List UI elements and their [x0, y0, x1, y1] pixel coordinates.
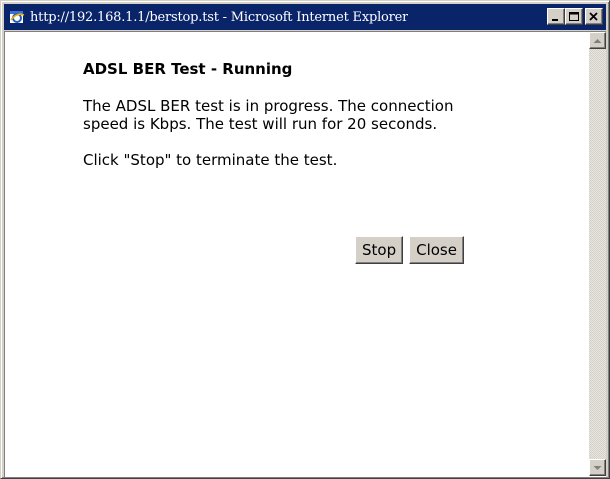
ber-test-panel: ADSL BER Test - Running The ADSL BER tes…	[83, 60, 503, 187]
browser-window: http://192.168.1.1/berstop.tst - Microso…	[0, 0, 610, 479]
title-bar[interactable]: http://192.168.1.1/berstop.tst - Microso…	[4, 4, 606, 30]
page-content-area: ADSL BER Test - Running The ADSL BER tes…	[4, 31, 606, 477]
page-heading: ADSL BER Test - Running	[83, 60, 293, 78]
status-message: The ADSL BER test is in progress. The co…	[83, 97, 454, 133]
action-buttons: Stop Close	[355, 236, 464, 264]
maximize-button[interactable]	[565, 8, 583, 25]
stop-button[interactable]: Stop	[355, 236, 404, 264]
close-page-button[interactable]: Close	[409, 236, 464, 264]
close-icon	[589, 12, 598, 21]
stop-instruction: Click "Stop" to terminate the test.	[83, 151, 338, 169]
window-controls	[547, 8, 603, 25]
scroll-up-button[interactable]	[589, 32, 606, 49]
scroll-down-button[interactable]	[589, 459, 606, 476]
chevron-up-icon	[593, 39, 602, 43]
chevron-down-icon	[593, 466, 602, 470]
minimize-icon	[552, 19, 558, 21]
vertical-scrollbar[interactable]	[589, 32, 606, 476]
window-title: http://192.168.1.1/berstop.tst - Microso…	[30, 9, 409, 25]
close-button[interactable]	[585, 8, 603, 25]
minimize-button[interactable]	[547, 8, 565, 25]
ie-icon	[8, 8, 26, 26]
maximize-icon	[569, 12, 579, 21]
